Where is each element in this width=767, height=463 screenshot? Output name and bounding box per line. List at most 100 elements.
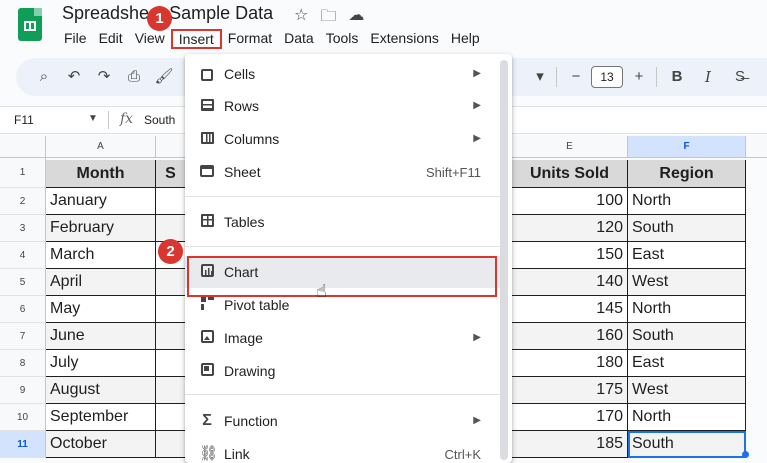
select-all-corner[interactable]	[0, 136, 46, 158]
row-header[interactable]: 5	[0, 269, 46, 296]
table-row-units[interactable]: 145	[512, 296, 628, 323]
table-row-month[interactable]: August	[46, 377, 156, 404]
paint-format-icon[interactable]: 🖌	[153, 58, 175, 96]
menu-item-tables[interactable]: Tables	[185, 206, 501, 238]
menu-item-cells[interactable]: Cells ▶	[185, 58, 501, 90]
table-row-region[interactable]: North	[628, 296, 746, 323]
column-header-b[interactable]	[156, 136, 186, 158]
table-row-region[interactable]: North	[628, 188, 746, 215]
table-row-units[interactable]: 170	[512, 404, 628, 431]
fill-handle[interactable]	[742, 451, 749, 458]
row-header[interactable]: 3	[0, 215, 46, 242]
menu-item-function[interactable]: Σ Function ▶	[185, 405, 501, 437]
print-icon[interactable]: ⎙	[123, 58, 145, 96]
bold-button[interactable]: B	[666, 58, 688, 96]
cell-header-units-sold[interactable]: Units Sold	[512, 160, 628, 188]
menu-item-image[interactable]: Image ▶	[185, 322, 501, 354]
table-row-b[interactable]	[156, 404, 186, 431]
menu-help[interactable]: Help	[445, 29, 486, 49]
row-header[interactable]: 11	[0, 431, 46, 458]
table-row-region[interactable]: South	[628, 215, 746, 242]
table-row-units[interactable]: 150	[512, 242, 628, 269]
name-box-dropdown-icon[interactable]: ▼	[88, 113, 98, 124]
row-header[interactable]: 9	[0, 377, 46, 404]
table-row-units[interactable]: 100	[512, 188, 628, 215]
menu-view[interactable]: View	[129, 29, 171, 49]
search-icon[interactable]: ⌕	[33, 58, 55, 96]
decrease-font-size-button[interactable]: −	[565, 58, 587, 96]
table-row-month[interactable]: September	[46, 404, 156, 431]
table-row-month[interactable]: May	[46, 296, 156, 323]
table-row-region[interactable]: South	[628, 323, 746, 350]
strikethrough-button[interactable]: S̶	[729, 58, 751, 96]
undo-icon[interactable]: ↶	[63, 58, 85, 96]
table-row-month[interactable]: June	[46, 323, 156, 350]
menu-file[interactable]: File	[58, 29, 93, 49]
row-header[interactable]: 8	[0, 350, 46, 377]
table-row-month[interactable]: April	[46, 269, 156, 296]
menu-item-link[interactable]: ⛓ Link Ctrl+K	[185, 438, 501, 463]
table-row-region[interactable]: East	[628, 242, 746, 269]
column-header-f[interactable]: F	[628, 136, 746, 158]
table-row-b[interactable]	[156, 323, 186, 350]
menu-insert[interactable]: Insert	[170, 29, 222, 49]
table-row-region[interactable]: West	[628, 377, 746, 404]
formula-input[interactable]: South	[144, 113, 175, 127]
drawing-icon	[199, 363, 215, 379]
column-header-e[interactable]: E	[512, 136, 628, 158]
italic-button[interactable]: I	[697, 58, 719, 96]
row-header[interactable]: 2	[0, 188, 46, 215]
table-row-month[interactable]: March	[46, 242, 156, 269]
table-row-b[interactable]	[156, 215, 186, 242]
table-row-b[interactable]	[156, 431, 186, 458]
menu-item-sheet[interactable]: Sheet Shift+F11	[185, 156, 501, 188]
sheets-logo-icon[interactable]	[18, 8, 42, 41]
table-row-month[interactable]: July	[46, 350, 156, 377]
row-header[interactable]: 6	[0, 296, 46, 323]
table-row-b[interactable]	[156, 350, 186, 377]
increase-font-size-button[interactable]: +	[628, 58, 650, 96]
table-row-units[interactable]: 140	[512, 269, 628, 296]
active-cell-f11[interactable]: South	[628, 431, 746, 458]
table-row-region[interactable]: North	[628, 404, 746, 431]
table-row-b[interactable]	[156, 188, 186, 215]
column-header-a[interactable]: A	[46, 136, 156, 158]
menu-data[interactable]: Data	[278, 29, 320, 49]
table-row-b[interactable]	[156, 296, 186, 323]
folder-move-icon[interactable]: 🗀	[320, 5, 336, 32]
star-icon[interactable]: ☆	[294, 5, 308, 32]
column-header-g[interactable]	[746, 136, 767, 158]
menu-extensions[interactable]: Extensions	[364, 29, 444, 49]
row-header[interactable]: 1	[0, 158, 46, 188]
row-header[interactable]: 7	[0, 323, 46, 350]
table-row-b[interactable]	[156, 377, 186, 404]
cell-header-region[interactable]: Region	[628, 160, 746, 188]
table-row-units[interactable]: 120	[512, 215, 628, 242]
menu-tools[interactable]: Tools	[320, 29, 365, 49]
table-row-units[interactable]: 180	[512, 350, 628, 377]
cell-header-b[interactable]: S	[156, 160, 186, 188]
font-size-input[interactable]: 13	[591, 66, 623, 88]
cell-header-month[interactable]: Month	[46, 160, 156, 188]
menu-item-rows[interactable]: Rows ▶	[185, 90, 501, 122]
cloud-status-icon[interactable]: ☁	[348, 5, 364, 32]
table-row-region[interactable]: East	[628, 350, 746, 377]
table-row-units[interactable]: 175	[512, 377, 628, 404]
table-row-b[interactable]	[156, 269, 186, 296]
row-header[interactable]: 10	[0, 404, 46, 431]
table-row-month[interactable]: February	[46, 215, 156, 242]
font-dropdown-arrow-icon[interactable]: ▾	[529, 58, 551, 96]
name-box[interactable]: F11	[14, 113, 34, 127]
table-row-units[interactable]: 160	[512, 323, 628, 350]
redo-icon[interactable]: ↷	[93, 58, 115, 96]
menu-format[interactable]: Format	[222, 29, 278, 49]
menu-item-drawing[interactable]: Drawing	[185, 355, 501, 387]
row-header[interactable]: 4	[0, 242, 46, 269]
menu-item-columns[interactable]: Columns ▶	[185, 123, 501, 155]
menu-scrollbar[interactable]	[500, 60, 508, 460]
table-row-units[interactable]: 185	[512, 431, 628, 458]
table-row-month[interactable]: October	[46, 431, 156, 458]
table-row-month[interactable]: January	[46, 188, 156, 215]
menu-edit[interactable]: Edit	[93, 29, 129, 49]
table-row-region[interactable]: West	[628, 269, 746, 296]
